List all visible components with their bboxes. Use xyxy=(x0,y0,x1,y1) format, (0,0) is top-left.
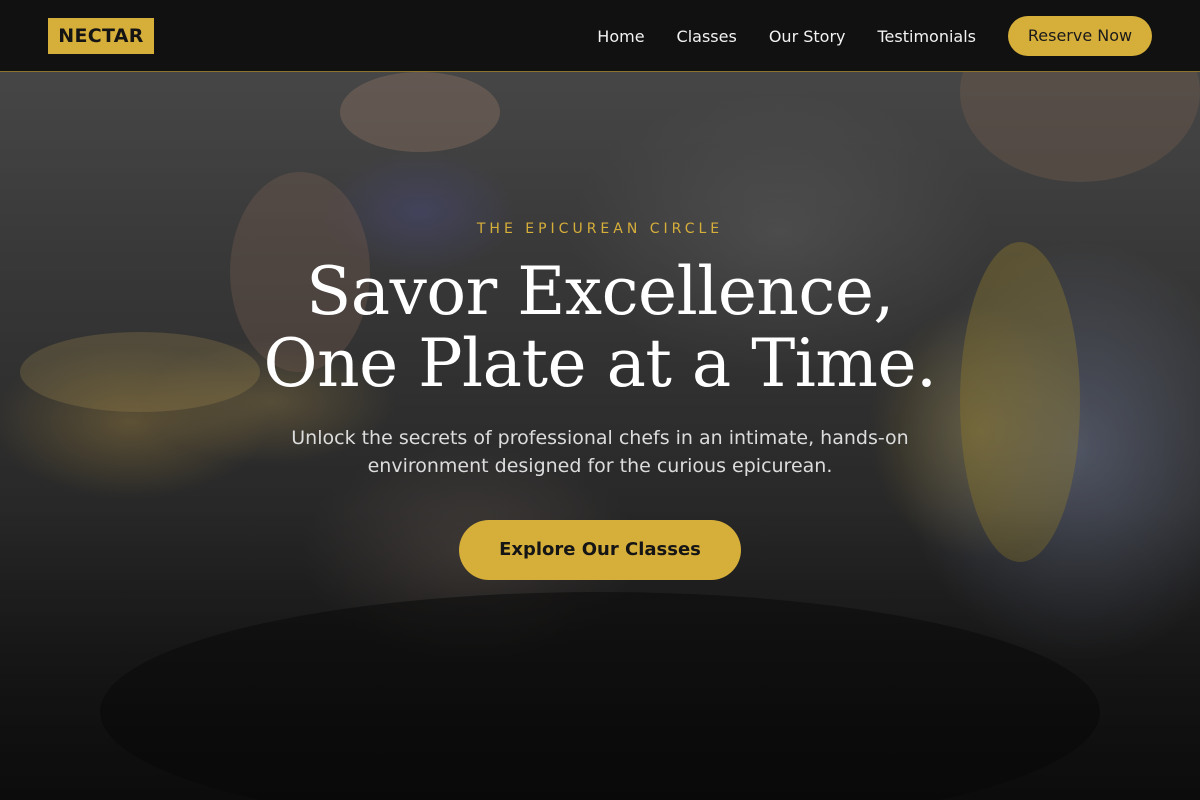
hero-headline-line-2: One Plate at a Time. xyxy=(263,325,937,402)
hero-headline: Savor Excellence, One Plate at a Time. xyxy=(0,256,1200,400)
nav-link-our-story[interactable]: Our Story xyxy=(769,27,846,46)
brand-logo[interactable]: NECTAR xyxy=(48,18,154,54)
nav-links: Home Classes Our Story Testimonials xyxy=(597,0,976,72)
top-navigation: NECTAR Home Classes Our Story Testimonia… xyxy=(0,0,1200,72)
hero-subtitle: Unlock the secrets of professional chefs… xyxy=(291,427,909,477)
hero-headline-line-1: Savor Excellence, xyxy=(306,253,894,330)
reserve-now-button[interactable]: Reserve Now xyxy=(1008,16,1152,56)
nav-link-testimonials[interactable]: Testimonials xyxy=(878,27,977,46)
explore-classes-button[interactable]: Explore Our Classes xyxy=(459,520,741,580)
nav-link-classes[interactable]: Classes xyxy=(677,27,737,46)
hero-eyebrow: THE EPICUREAN CIRCLE xyxy=(476,221,724,237)
nav-link-home[interactable]: Home xyxy=(597,27,644,46)
